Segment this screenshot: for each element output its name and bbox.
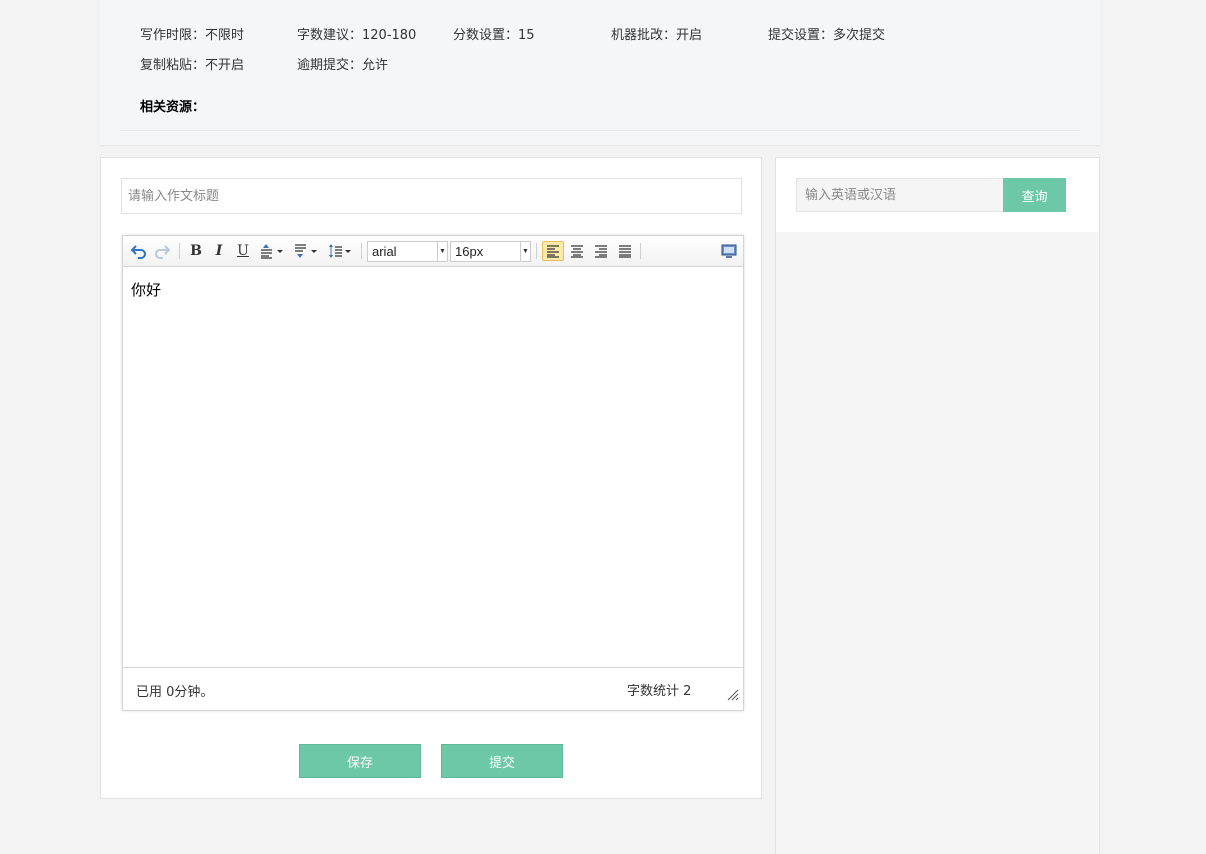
preview-icon[interactable] — [719, 241, 739, 261]
score-info: 分数设置：15 — [453, 28, 535, 43]
info-divider — [120, 130, 1080, 131]
italic-icon[interactable]: I — [209, 241, 229, 261]
redo-icon[interactable] — [152, 241, 172, 261]
rowspacing-top-icon[interactable] — [259, 241, 287, 261]
chevron-down-icon: ▼ — [437, 242, 447, 261]
assignment-info-panel: 写作时限：不限时 字数建议：120-180 分数设置：15 机器批改：开启 提交… — [100, 0, 1100, 146]
font-family-select[interactable]: arial ▼ — [367, 241, 448, 262]
bold-icon[interactable]: B — [186, 241, 206, 261]
font-family-value: arial — [372, 244, 397, 259]
dictionary-search-input[interactable] — [796, 178, 1004, 212]
rowspacing-bottom-icon[interactable] — [293, 241, 321, 261]
resources-label: 相关资源： — [140, 100, 206, 115]
align-center-icon[interactable] — [567, 241, 587, 261]
editor-status-bar: 已用 0分钟。 字数统计 2 — [123, 667, 743, 710]
copy-paste-info: 复制粘贴：不开启 — [140, 58, 245, 73]
essay-title-input[interactable] — [121, 178, 742, 214]
font-size-value: 16px — [455, 244, 484, 259]
dictionary-search-area: 查询 — [776, 158, 1099, 232]
line-height-icon[interactable] — [327, 241, 355, 261]
align-left-icon[interactable] — [542, 241, 564, 261]
underline-icon[interactable]: U — [233, 241, 253, 261]
toolbar-divider — [179, 243, 180, 259]
resize-handle-icon[interactable] — [725, 686, 739, 701]
machine-grading-info: 机器批改：开启 — [611, 28, 703, 43]
toolbar-divider — [536, 243, 537, 259]
dictionary-search-button[interactable]: 查询 — [1003, 178, 1066, 212]
essay-editor-card: B I U arial ▼ 16px ▼ — [100, 157, 762, 799]
chevron-down-icon: ▼ — [520, 242, 530, 261]
editor-content[interactable]: 你好 — [131, 279, 161, 300]
editor-toolbar: B I U arial ▼ 16px ▼ — [123, 236, 743, 267]
save-button[interactable]: 保存 — [299, 744, 421, 778]
word-count: 字数统计 2 — [627, 684, 692, 699]
align-justify-icon[interactable] — [615, 241, 635, 261]
toolbar-divider — [640, 243, 641, 259]
align-right-icon[interactable] — [591, 241, 611, 261]
elapsed-time: 已用 0分钟。 — [136, 685, 214, 700]
undo-icon[interactable] — [129, 241, 149, 261]
late-submit-info: 逾期提交：允许 — [297, 58, 389, 73]
submit-button[interactable]: 提交 — [441, 744, 563, 778]
font-size-select[interactable]: 16px ▼ — [450, 241, 531, 262]
rich-text-editor: B I U arial ▼ 16px ▼ 你好 已用 0分钟。 字数统计 2 — [122, 235, 744, 711]
dictionary-panel: 查询 — [775, 157, 1100, 854]
submit-setting-info: 提交设置：多次提交 — [768, 28, 886, 43]
toolbar-divider — [361, 243, 362, 259]
word-suggest-info: 字数建议：120-180 — [297, 28, 417, 43]
time-limit-info: 写作时限：不限时 — [140, 28, 245, 43]
